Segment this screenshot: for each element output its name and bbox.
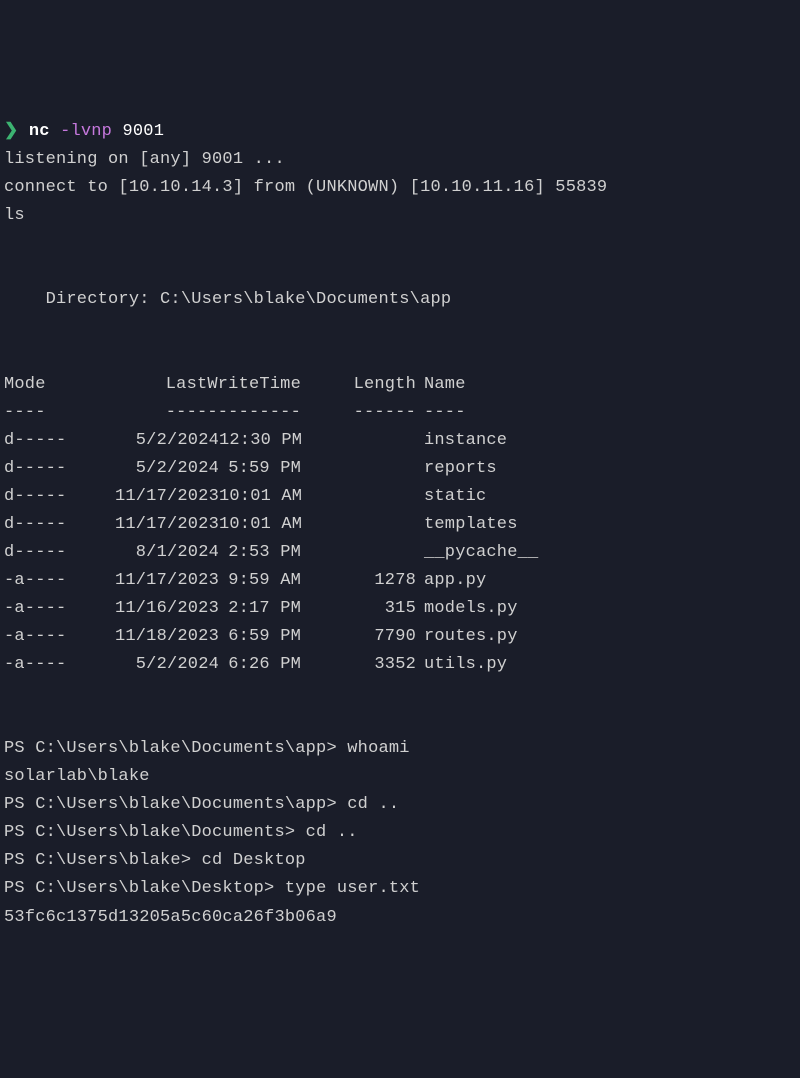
cell-name: routes.py [424,623,518,651]
cell-time: 10:01 AM [219,483,309,511]
rule-name: ---- [424,399,466,427]
header-lastwritetime: LastWriteTime [74,371,309,399]
cell-date: 8/1/2024 [74,539,219,567]
cell-length: 3352 [309,651,424,679]
nc-arg: 9001 [123,122,165,141]
cell-length: 1278 [309,567,424,595]
cell-time: 5:59 PM [219,455,309,483]
cell-mode: -a---- [4,595,74,623]
cell-name: static [424,483,486,511]
cell-time: 10:01 AM [219,511,309,539]
nc-command-line: ❯ nc -lvnp 9001 [4,118,796,146]
table-row: -a----11/18/20236:59 PM7790routes.py [4,623,796,651]
table-row: -a----11/17/20239:59 AM1278app.py [4,567,796,595]
blank-line [4,707,796,735]
cell-mode: d----- [4,455,74,483]
cell-mode: d----- [4,539,74,567]
ls-command: ls [4,202,796,230]
ps-prompt: PS C:\Users\blake\Documents\app> [4,795,347,814]
cell-date: 11/16/2023 [74,595,219,623]
table-row: d-----11/17/202310:01 AM static [4,483,796,511]
terminal-output[interactable]: ❯ nc -lvnp 9001listening on [any] 9001 .… [4,118,796,931]
ps-line: solarlab\blake [4,763,796,791]
table-row: -a----11/16/20232:17 PM315models.py [4,595,796,623]
cell-date: 11/17/2023 [74,483,219,511]
table-row: d-----5/2/20245:59 PM reports [4,455,796,483]
ps-command: cd Desktop [202,851,306,870]
ps-prompt: PS C:\Users\blake\Documents\app> [4,739,347,758]
rule-mode: ---- [4,399,74,427]
ps-command: cd .. [306,823,358,842]
cell-date: 5/2/2024 [74,427,219,455]
table-row: d-----5/2/202412:30 PM instance [4,427,796,455]
header-mode: Mode [4,371,74,399]
cell-date: 11/17/2023 [74,511,219,539]
ps-prompt: PS C:\Users\blake> [4,851,202,870]
cell-date: 5/2/2024 [74,651,219,679]
cell-time: 12:30 PM [219,427,309,455]
ps-line: PS C:\Users\blake\Desktop> type user.txt [4,875,796,903]
nc-flag: -lvnp [60,122,112,141]
ps-prompt: PS C:\Users\blake\Desktop> [4,879,285,898]
cell-name: app.py [424,567,486,595]
header-name: Name [424,371,466,399]
directory-listing: d-----5/2/202412:30 PMinstanced-----5/2/… [4,427,796,679]
table-header-rule: --------------------------- [4,399,796,427]
cell-date: 11/17/2023 [74,567,219,595]
ps-command: type user.txt [285,879,420,898]
connect-line: connect to [10.10.14.3] from (UNKNOWN) [… [4,174,796,202]
powershell-session: PS C:\Users\blake\Documents\app> whoami s… [4,735,796,931]
cell-time: 6:26 PM [219,651,309,679]
cell-length: 7790 [309,623,424,651]
header-length: Length [309,371,424,399]
blank-line [4,315,796,343]
cell-time: 6:59 PM [219,623,309,651]
blank-line [4,258,796,286]
ps-line: 53fc6c1375d13205a5c60ca26f3b06a9 [4,904,796,932]
ps-prompt: PS C:\Users\blake\Documents> [4,823,306,842]
rule-lastwritetime: ------------- [74,399,309,427]
cell-mode: -a---- [4,567,74,595]
ps-output: 53fc6c1375d13205a5c60ca26f3b06a9 [4,908,337,927]
cell-date: 5/2/2024 [74,455,219,483]
ps-command: whoami [347,739,409,758]
cell-name: models.py [424,595,518,623]
cell-mode: d----- [4,483,74,511]
rule-length: ------ [309,399,424,427]
table-row: -a----5/2/20246:26 PM3352utils.py [4,651,796,679]
blank-line [4,230,796,258]
cell-time: 9:59 AM [219,567,309,595]
cell-date: 11/18/2023 [74,623,219,651]
ps-line: PS C:\Users\blake> cd Desktop [4,847,796,875]
nc-command: nc [29,122,50,141]
ps-line: PS C:\Users\blake\Documents\app> whoami [4,735,796,763]
blank-line [4,343,796,371]
cell-mode: -a---- [4,651,74,679]
table-header: ModeLastWriteTimeLengthName [4,371,796,399]
cell-length: 315 [309,595,424,623]
blank-line [4,679,796,707]
table-row: d-----8/1/20242:53 PM __pycache__ [4,539,796,567]
cell-name: reports [424,455,497,483]
directory-header: Directory: C:\Users\blake\Documents\app [4,286,796,314]
cell-name: instance [424,427,507,455]
cell-mode: d----- [4,511,74,539]
ps-line: PS C:\Users\blake\Documents> cd .. [4,819,796,847]
prompt-symbol: ❯ [4,122,18,141]
cell-name: utils.py [424,651,507,679]
cell-mode: d----- [4,427,74,455]
cell-time: 2:53 PM [219,539,309,567]
cell-mode: -a---- [4,623,74,651]
listening-line: listening on [any] 9001 ... [4,146,796,174]
ps-output: solarlab\blake [4,767,150,786]
ps-command: cd .. [347,795,399,814]
table-row: d-----11/17/202310:01 AM templates [4,511,796,539]
cell-time: 2:17 PM [219,595,309,623]
cell-name: __pycache__ [424,539,538,567]
ps-line: PS C:\Users\blake\Documents\app> cd .. [4,791,796,819]
cell-name: templates [424,511,518,539]
